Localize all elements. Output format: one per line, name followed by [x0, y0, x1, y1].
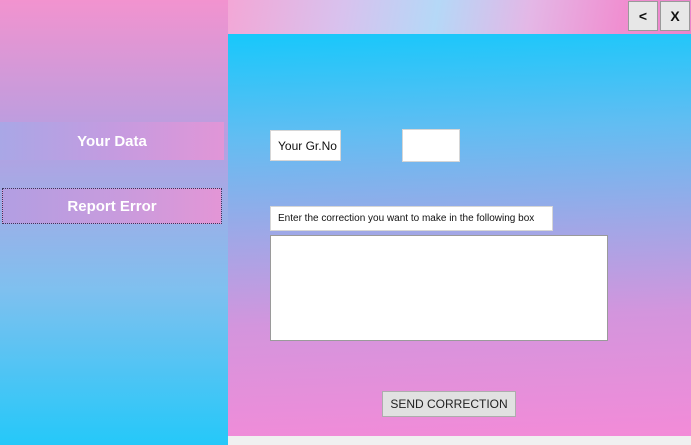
bottom-strip: [228, 436, 691, 445]
close-button[interactable]: X: [660, 1, 690, 31]
gr-no-field[interactable]: [402, 129, 460, 162]
close-icon: X: [670, 8, 680, 24]
correction-textarea[interactable]: [270, 235, 608, 341]
correction-instruction-label: Enter the correction you want to make in…: [270, 206, 553, 231]
send-correction-button[interactable]: SEND CORRECTION: [382, 391, 516, 417]
report-error-button[interactable]: Report Error: [2, 188, 222, 224]
your-data-label: Your Data: [77, 132, 147, 150]
back-button[interactable]: <: [628, 1, 658, 31]
your-data-button[interactable]: Your Data: [0, 122, 224, 160]
header-banner: [228, 0, 691, 34]
send-correction-label: SEND CORRECTION: [390, 397, 508, 411]
gr-no-label: Your Gr.No: [270, 130, 341, 161]
sidebar: Your Data Report Error: [0, 0, 228, 445]
report-error-label: Report Error: [67, 197, 157, 215]
back-icon: <: [638, 8, 648, 24]
